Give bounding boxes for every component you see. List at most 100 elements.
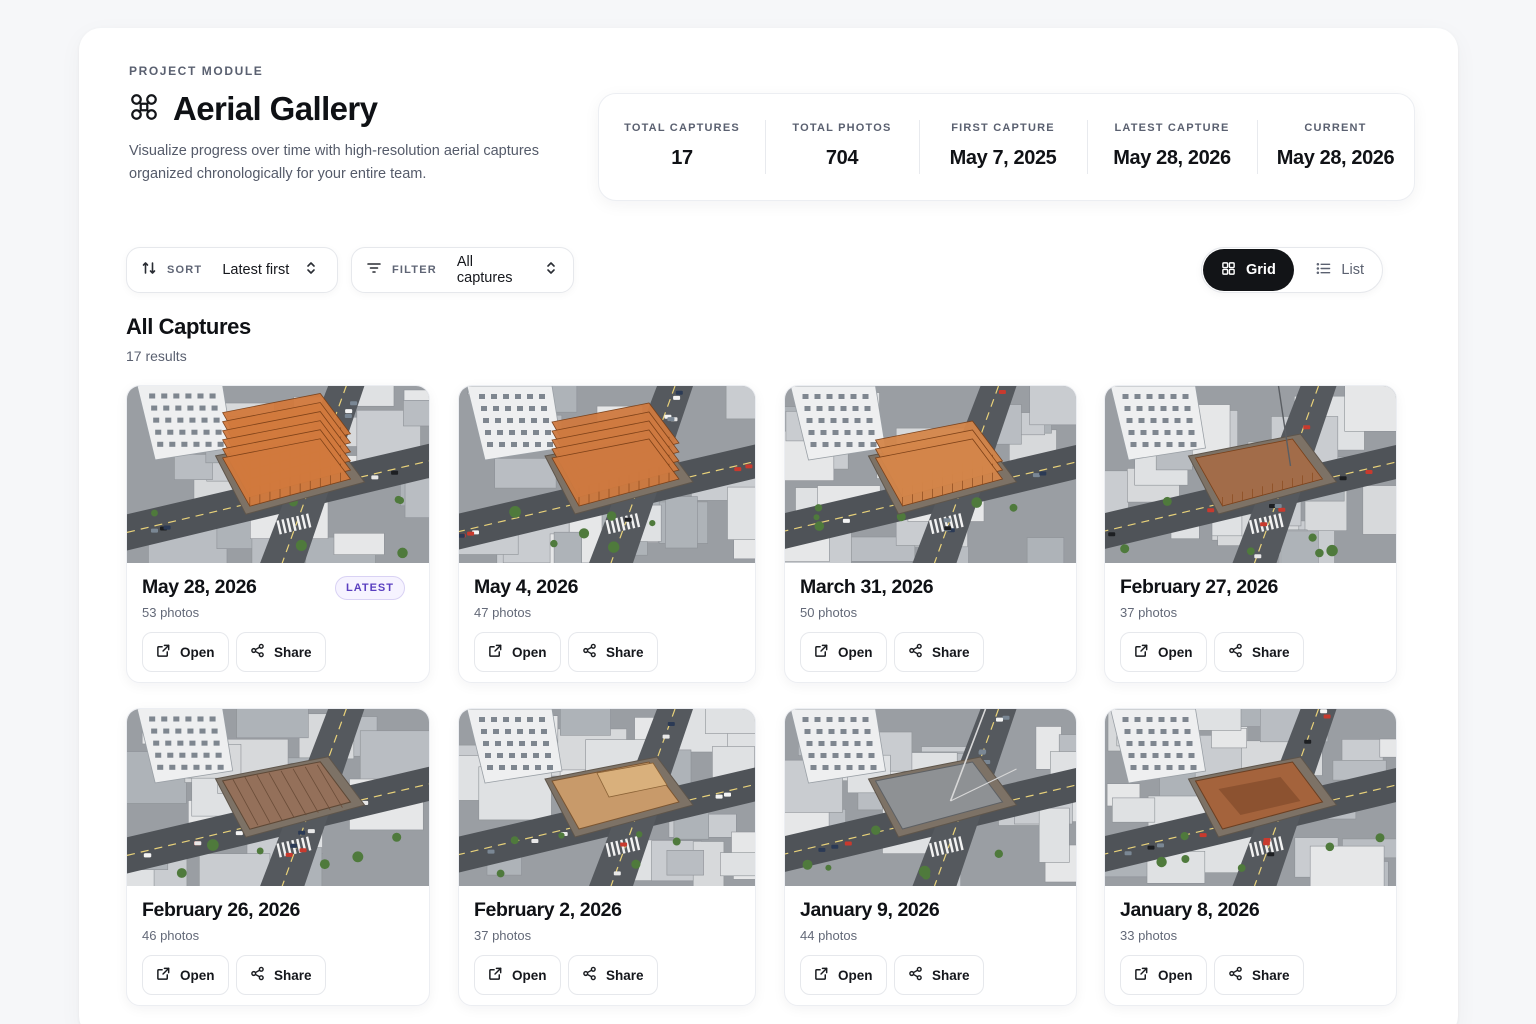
external-link-icon xyxy=(156,966,171,984)
external-link-icon xyxy=(488,966,503,984)
stat-total-captures: TOTAL CAPTURES 17 xyxy=(599,94,765,200)
photo-count: 37 photos xyxy=(1120,605,1178,620)
aerial-thumbnail[interactable] xyxy=(785,386,1076,563)
stat-value: 17 xyxy=(671,147,693,169)
share-icon xyxy=(1228,966,1243,984)
share-button[interactable]: Share xyxy=(894,955,984,995)
section-title: All Captures xyxy=(126,314,251,339)
sort-control[interactable]: SORT Latest first xyxy=(126,247,338,293)
stat-label: TOTAL PHOTOS xyxy=(792,122,892,134)
photo-count: 33 photos xyxy=(1120,928,1178,943)
stat-current: CURRENT May 28, 2026 xyxy=(1257,94,1414,200)
capture-card[interactable]: February 26, 2026 46 photos Open Share xyxy=(126,708,430,1006)
aerial-thumbnail[interactable] xyxy=(459,709,755,886)
open-button[interactable]: Open xyxy=(474,955,561,995)
open-label: Open xyxy=(512,644,547,660)
share-button[interactable]: Share xyxy=(236,955,326,995)
external-link-icon xyxy=(1134,643,1149,661)
latest-badge: LATEST xyxy=(335,576,405,600)
view-toggle: Grid List xyxy=(1201,247,1383,293)
share-button[interactable]: Share xyxy=(236,632,326,672)
aerial-thumbnail[interactable] xyxy=(785,709,1076,886)
drone-icon xyxy=(129,92,159,127)
stat-value: May 28, 2026 xyxy=(1276,147,1395,169)
chevron-updown-icon xyxy=(543,260,559,281)
list-view-button[interactable]: List xyxy=(1294,249,1382,291)
open-button[interactable]: Open xyxy=(800,955,887,995)
capture-card[interactable]: March 31, 2026 50 photos Open Share xyxy=(784,385,1077,683)
external-link-icon xyxy=(814,966,829,984)
module-eyebrow: PROJECT MODULE xyxy=(129,64,264,78)
page-title-row: Aerial Gallery xyxy=(129,90,378,128)
share-label: Share xyxy=(932,644,970,660)
open-label: Open xyxy=(838,644,873,660)
open-label: Open xyxy=(180,967,215,983)
share-icon xyxy=(582,643,597,661)
share-label: Share xyxy=(932,967,970,983)
open-button[interactable]: Open xyxy=(474,632,561,672)
filter-control[interactable]: FILTER All captures xyxy=(351,247,574,293)
capture-card[interactable]: May 4, 2026 47 photos Open Share xyxy=(458,385,756,683)
share-label: Share xyxy=(1252,967,1290,983)
share-button[interactable]: Share xyxy=(1214,632,1304,672)
capture-date: March 31, 2026 xyxy=(800,576,934,598)
capture-card[interactable]: February 2, 2026 37 photos Open Share xyxy=(458,708,756,1006)
share-icon xyxy=(908,643,923,661)
capture-card[interactable]: May 28, 2026 53 photos LATEST Open Share xyxy=(126,385,430,683)
grid-icon xyxy=(1221,261,1236,280)
sort-label: SORT xyxy=(167,264,203,276)
share-button[interactable]: Share xyxy=(894,632,984,672)
stat-value: May 28, 2026 xyxy=(1113,147,1231,169)
list-view-label: List xyxy=(1341,262,1364,278)
sort-value: Latest first xyxy=(222,262,290,278)
filter-value: All captures xyxy=(456,254,513,286)
filter-icon xyxy=(366,260,382,281)
photo-count: 50 photos xyxy=(800,605,858,620)
open-button[interactable]: Open xyxy=(1120,632,1207,672)
aerial-thumbnail[interactable] xyxy=(1105,709,1396,886)
open-label: Open xyxy=(838,967,873,983)
open-button[interactable]: Open xyxy=(142,632,229,672)
share-label: Share xyxy=(606,644,644,660)
capture-date: February 26, 2026 xyxy=(142,899,300,921)
capture-date: February 2, 2026 xyxy=(474,899,622,921)
grid-view-label: Grid xyxy=(1246,262,1276,278)
aerial-thumbnail[interactable] xyxy=(459,386,755,563)
photo-count: 37 photos xyxy=(474,928,532,943)
stat-label: CURRENT xyxy=(1304,122,1367,134)
share-button[interactable]: Share xyxy=(568,955,658,995)
open-button[interactable]: Open xyxy=(142,955,229,995)
page-title: Aerial Gallery xyxy=(173,90,378,127)
external-link-icon xyxy=(488,643,503,661)
aerial-thumbnail[interactable] xyxy=(127,709,429,886)
capture-date: May 4, 2026 xyxy=(474,576,579,598)
photo-count: 46 photos xyxy=(142,928,200,943)
capture-card[interactable]: February 27, 2026 37 photos Open Share xyxy=(1104,385,1397,683)
share-icon xyxy=(1228,643,1243,661)
external-link-icon xyxy=(1134,966,1149,984)
capture-card[interactable]: January 8, 2026 33 photos Open Share xyxy=(1104,708,1397,1006)
open-button[interactable]: Open xyxy=(800,632,887,672)
capture-date: January 9, 2026 xyxy=(800,899,940,921)
page-subtitle: Visualize progress over time with high-r… xyxy=(129,143,539,182)
grid-view-button[interactable]: Grid xyxy=(1203,249,1295,291)
share-icon xyxy=(908,966,923,984)
chevron-updown-icon xyxy=(303,260,319,281)
share-label: Share xyxy=(1252,644,1290,660)
share-label: Share xyxy=(274,644,312,660)
share-button[interactable]: Share xyxy=(1214,955,1304,995)
capture-card[interactable]: January 9, 2026 44 photos Open Share xyxy=(784,708,1077,1006)
stat-label: LATEST CAPTURE xyxy=(1114,122,1230,134)
open-label: Open xyxy=(1158,967,1193,983)
external-link-icon xyxy=(814,643,829,661)
share-label: Share xyxy=(606,967,644,983)
stat-latest-capture: LATEST CAPTURE May 28, 2026 xyxy=(1087,94,1257,200)
aerial-thumbnail[interactable] xyxy=(127,386,429,563)
open-button[interactable]: Open xyxy=(1120,955,1207,995)
external-link-icon xyxy=(156,643,171,661)
stat-value: 704 xyxy=(825,147,859,169)
aerial-thumbnail[interactable] xyxy=(1105,386,1396,563)
photo-count: 44 photos xyxy=(800,928,858,943)
share-button[interactable]: Share xyxy=(568,632,658,672)
stat-label: TOTAL CAPTURES xyxy=(624,122,740,134)
